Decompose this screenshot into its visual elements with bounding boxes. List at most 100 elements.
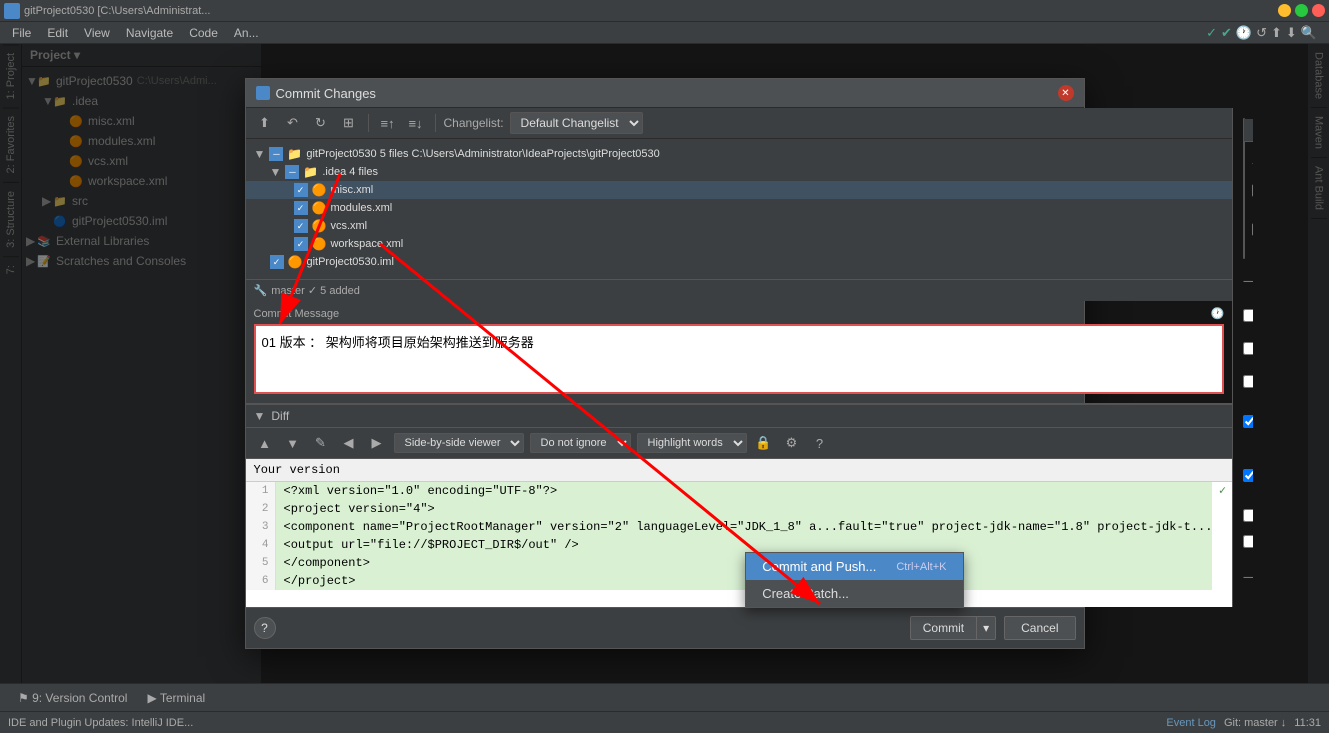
statusbar: IDE and Plugin Updates: IntelliJ IDE... …	[0, 711, 1329, 733]
modal-misc-row[interactable]: ✓ 🟠 misc.xml	[246, 181, 1233, 199]
idea-folder-icon2: 📁	[303, 165, 318, 179]
statusbar-time: 11:31	[1294, 717, 1321, 729]
menu-edit[interactable]: Edit	[39, 24, 76, 42]
msg-clock-icon: 🕐	[1211, 307, 1225, 320]
diff-toggle-icon[interactable]: ▼	[254, 409, 266, 423]
misc-checkbox[interactable]: ✓	[294, 183, 308, 197]
before-divider-icon: ―	[1243, 276, 1253, 287]
maximize-btn[interactable]	[1295, 4, 1308, 17]
diff-viewer: Your version 1 <?xml version="1.0" encod…	[246, 459, 1233, 607]
diff-right-btn[interactable]: ▶	[366, 432, 388, 454]
modal-status-text: master ✓ 5 added	[271, 284, 360, 297]
workspace-checkbox[interactable]: ✓	[294, 237, 308, 251]
modal-idea-row[interactable]: ▼ ─ 📁 .idea 4 files	[246, 163, 1233, 181]
bottom-panel: ⚑ 9: Version Control ▶ Terminal	[0, 683, 1329, 711]
modules-checkbox[interactable]: ✓	[294, 201, 308, 215]
linecontent-6: </project>	[276, 572, 1213, 590]
menu-code[interactable]: Code	[181, 24, 226, 42]
linecontent-2: <project version="4">	[276, 500, 1213, 518]
workspace-file-label: workspace.xml	[330, 238, 403, 250]
menu-an[interactable]: An...	[226, 24, 267, 42]
modal-workspace-row[interactable]: ✓ 🟠 workspace.xml	[246, 235, 1233, 253]
git-push-icon[interactable]: ⬆	[1271, 25, 1282, 41]
create-patch-item[interactable]: Create Patch...	[746, 580, 962, 607]
diff-left-btn[interactable]: ◀	[338, 432, 360, 454]
cancel-button[interactable]: Cancel	[1004, 616, 1075, 640]
git-history-icon[interactable]: 🕐	[1236, 25, 1252, 41]
idea-checkbox[interactable]: ─	[285, 165, 299, 179]
toolbar-grid-btn[interactable]: ⊞	[338, 112, 360, 134]
close-btn[interactable]	[1312, 4, 1325, 17]
rearrange-cb[interactable]	[1243, 342, 1253, 355]
diff-lock-icon[interactable]: 🔒	[753, 432, 775, 454]
terminal-tab[interactable]: ▶ Terminal	[137, 687, 215, 709]
diff-down-btn[interactable]: ▼	[282, 432, 304, 454]
git-search-icon[interactable]: 🔍	[1301, 25, 1317, 41]
diff-line-4: 4 <output url="file://$PROJECT_DIR$/out"…	[246, 536, 1233, 554]
modal-modules-row[interactable]: ✓ 🟠 modules.xml	[246, 199, 1233, 217]
toolbar-sort-btn[interactable]: ≡↑	[377, 112, 399, 134]
toolbar-sort2-btn[interactable]: ≡↓	[405, 112, 427, 134]
diff-edit-btn[interactable]: ✎	[310, 432, 332, 454]
git-checkmark-icon[interactable]: ✓	[1206, 25, 1217, 41]
git-pull-icon[interactable]: ⬇	[1286, 25, 1297, 41]
diff-settings-btn[interactable]: ⚙	[781, 432, 803, 454]
misc-file-icon2: 🟠	[312, 183, 327, 197]
checkmark-2	[1212, 500, 1232, 518]
checkmark-3	[1212, 518, 1232, 536]
modal-footer: ? Commit ▾ Cancel Commit and Push... Ctr…	[246, 607, 1084, 648]
toolbar-sep1	[368, 114, 369, 132]
optimize-cb[interactable]	[1243, 375, 1253, 388]
cleanup-cb[interactable]	[1243, 509, 1253, 522]
git-tick-icon[interactable]: ✔	[1221, 25, 1232, 41]
toolbar-undo-btn[interactable]: ↶	[282, 112, 304, 134]
root-checkbox[interactable]: ─	[269, 147, 283, 161]
iml-checkbox[interactable]: ✓	[270, 255, 284, 269]
diff-line-5: 5 </component>	[246, 554, 1233, 572]
changelist-label: Changelist:	[444, 116, 504, 130]
modal-left-panel: ⬆ ↶ ↻ ⊞ ≡↑ ≡↓ Changelist: Default Change…	[246, 108, 1234, 607]
modal-close-btn[interactable]: ✕	[1058, 85, 1074, 101]
modal-vcs-row[interactable]: ✓ 🟠 vcs.xml	[246, 217, 1233, 235]
viewer-select[interactable]: Side-by-side viewer	[394, 433, 524, 453]
ide-main: 1: Project 2: Favorites 3: Structure 7: …	[0, 44, 1329, 683]
modal-iml-row[interactable]: ✓ 🟠 gitProject0530.iml	[246, 253, 1233, 271]
reformat-cb[interactable]	[1243, 309, 1253, 322]
amend-checkbox[interactable]	[1252, 184, 1253, 197]
linenum-2: 2	[246, 500, 276, 518]
codeanalysis-cb[interactable]	[1243, 415, 1253, 428]
changelist-select[interactable]: Default Changelist	[510, 112, 643, 134]
commit-main-btn[interactable]: Commit	[910, 616, 976, 640]
toolbar-move-up-btn[interactable]: ⬆	[254, 112, 276, 134]
signoff-checkbox[interactable]	[1252, 223, 1253, 236]
help-button[interactable]: ?	[254, 617, 276, 639]
idea-expand-icon: ▼	[270, 165, 282, 179]
diff-up-btn[interactable]: ▲	[254, 432, 276, 454]
commit-push-item[interactable]: Commit and Push... Ctrl+Alt+K	[746, 553, 962, 580]
commit-msg-textarea[interactable]: 01 版本 ： 架构师将项目原始架构推送到服务器	[254, 324, 1225, 394]
ide-shell: gitProject0530 [C:\Users\Administrat... …	[0, 0, 1329, 733]
diff-help-btn[interactable]: ?	[809, 432, 831, 454]
create-patch-label: Create Patch...	[762, 586, 849, 601]
commit-dialog: Commit Changes ✕ ⬆ ↶ ↻ ⊞	[245, 78, 1085, 649]
notification-text: IDE and Plugin Updates: IntelliJ IDE...	[8, 717, 193, 729]
commit-msg-section: Commit Message 🕐 01 版本 ： 架构师将项目原始架构推送到服务…	[246, 301, 1233, 404]
commit-arrow-btn[interactable]: ▾	[976, 616, 996, 640]
linenum-3: 3	[246, 518, 276, 536]
menu-file[interactable]: File	[4, 24, 39, 42]
modal-root-row[interactable]: ▼ ─ 📁 gitProject0530 5 files C:\Users\Ad…	[246, 145, 1233, 163]
author-label: Author:	[1252, 153, 1253, 167]
copyright-cb[interactable]	[1243, 535, 1253, 548]
menu-navigate[interactable]: Navigate	[118, 24, 181, 42]
highlight-select[interactable]: Highlight words	[637, 433, 747, 453]
menu-view[interactable]: View	[76, 24, 118, 42]
version-control-tab[interactable]: ⚑ 9: Version Control	[8, 687, 137, 709]
checktodo-cb[interactable]	[1243, 469, 1253, 482]
vcs-checkbox[interactable]: ✓	[294, 219, 308, 233]
ignore-select[interactable]: Do not ignore	[530, 433, 631, 453]
minimize-btn[interactable]	[1278, 4, 1291, 17]
toolbar-refresh-btn[interactable]: ↻	[310, 112, 332, 134]
event-log-link[interactable]: Event Log	[1166, 717, 1216, 729]
checkmark-1: ✓	[1212, 482, 1232, 500]
git-rollback-icon[interactable]: ↺	[1256, 25, 1267, 41]
